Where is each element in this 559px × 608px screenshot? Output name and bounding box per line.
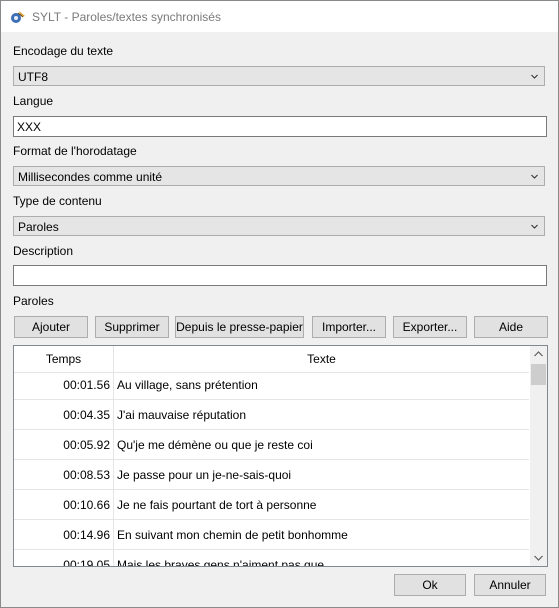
row-text: Au village, sans prétention	[117, 378, 258, 392]
title-bar: SYLT - Paroles/textes synchronisés	[1, 1, 558, 32]
import-button[interactable]: Importer...	[312, 316, 386, 338]
row-text: J'ai mauvaise réputation	[117, 408, 247, 422]
content-type-label: Type de contenu	[13, 194, 102, 208]
row-text: Je ne fais pourtant de tort à personne	[117, 498, 317, 512]
row-time: 00:14.96	[63, 528, 110, 542]
window-title: SYLT - Paroles/textes synchronisés	[32, 10, 221, 24]
row-text: En suivant mon chemin de petit bonhomme	[117, 528, 348, 542]
table-row[interactable]: 00:19.05 Mais les braves gens n'aiment p…	[14, 550, 529, 567]
app-icon	[11, 11, 25, 23]
row-time: 00:05.92	[63, 438, 110, 452]
row-time: 00:19.05	[63, 558, 110, 567]
content-type-select[interactable]: Paroles	[13, 216, 545, 236]
from-clipboard-button[interactable]: Depuis le presse-papier	[175, 316, 304, 338]
timestamp-format-value: Millisecondes comme unité	[18, 170, 163, 184]
chevron-down-icon	[531, 174, 538, 179]
sylt-dialog: SYLT - Paroles/textes synchronisés Encod…	[0, 0, 559, 608]
row-text: Mais les braves gens n'aiment pas que	[117, 558, 325, 567]
chevron-down-icon	[531, 74, 538, 79]
encoding-select[interactable]: UTF8	[13, 66, 545, 86]
table-row[interactable]: 00:10.66 Je ne fais pourtant de tort à p…	[14, 490, 529, 520]
add-button[interactable]: Ajouter	[14, 316, 88, 338]
content-type-value: Paroles	[18, 220, 59, 234]
language-input[interactable]: XXX	[13, 116, 547, 137]
row-text: Je passe pour un je-ne-sais-quoi	[117, 468, 292, 482]
description-input[interactable]	[13, 265, 547, 286]
lyrics-table: Temps Texte 00:01.56 Au village, sans pr…	[13, 345, 548, 567]
language-label: Langue	[13, 94, 54, 108]
help-button[interactable]: Aide	[474, 316, 548, 338]
encoding-value: UTF8	[18, 70, 48, 84]
language-value: XXX	[17, 120, 42, 134]
table-row[interactable]: 00:14.96 En suivant mon chemin de petit …	[14, 520, 529, 550]
chevron-down-icon	[531, 224, 538, 229]
table-row[interactable]: 00:05.92 Qu'je me démène ou que je reste…	[14, 430, 529, 460]
table-row[interactable]: 00:08.53 Je passe pour un je-ne-sais-quo…	[14, 460, 529, 490]
column-header-time[interactable]: Temps	[14, 347, 113, 372]
export-button[interactable]: Exporter...	[393, 316, 467, 338]
description-label: Description	[13, 244, 74, 258]
ok-button[interactable]: Ok	[394, 574, 466, 596]
scrollbar-thumb[interactable]	[531, 364, 546, 385]
table-row[interactable]: 00:04.35 J'ai mauvaise réputation	[14, 400, 529, 430]
cancel-button[interactable]: Annuler	[474, 574, 546, 596]
delete-button[interactable]: Supprimer	[95, 316, 169, 338]
timestamp-format-select[interactable]: Millisecondes comme unité	[13, 166, 545, 186]
row-time: 00:04.35	[63, 408, 110, 422]
row-time: 00:10.66	[63, 498, 110, 512]
encoding-label: Encodage du texte	[13, 44, 114, 58]
lyrics-label: Paroles	[13, 294, 54, 308]
column-header-text[interactable]: Texte	[114, 347, 529, 372]
scroll-down-icon[interactable]	[530, 549, 547, 566]
timestamp-format-label: Format de l'horodatage	[13, 144, 137, 158]
table-row[interactable]: 00:01.56 Au village, sans prétention	[14, 370, 529, 400]
scroll-up-icon[interactable]	[530, 346, 547, 363]
row-time: 00:08.53	[63, 468, 110, 482]
vertical-scrollbar[interactable]	[530, 346, 547, 566]
row-text: Qu'je me démène ou que je reste coi	[117, 438, 313, 452]
row-time: 00:01.56	[63, 378, 110, 392]
